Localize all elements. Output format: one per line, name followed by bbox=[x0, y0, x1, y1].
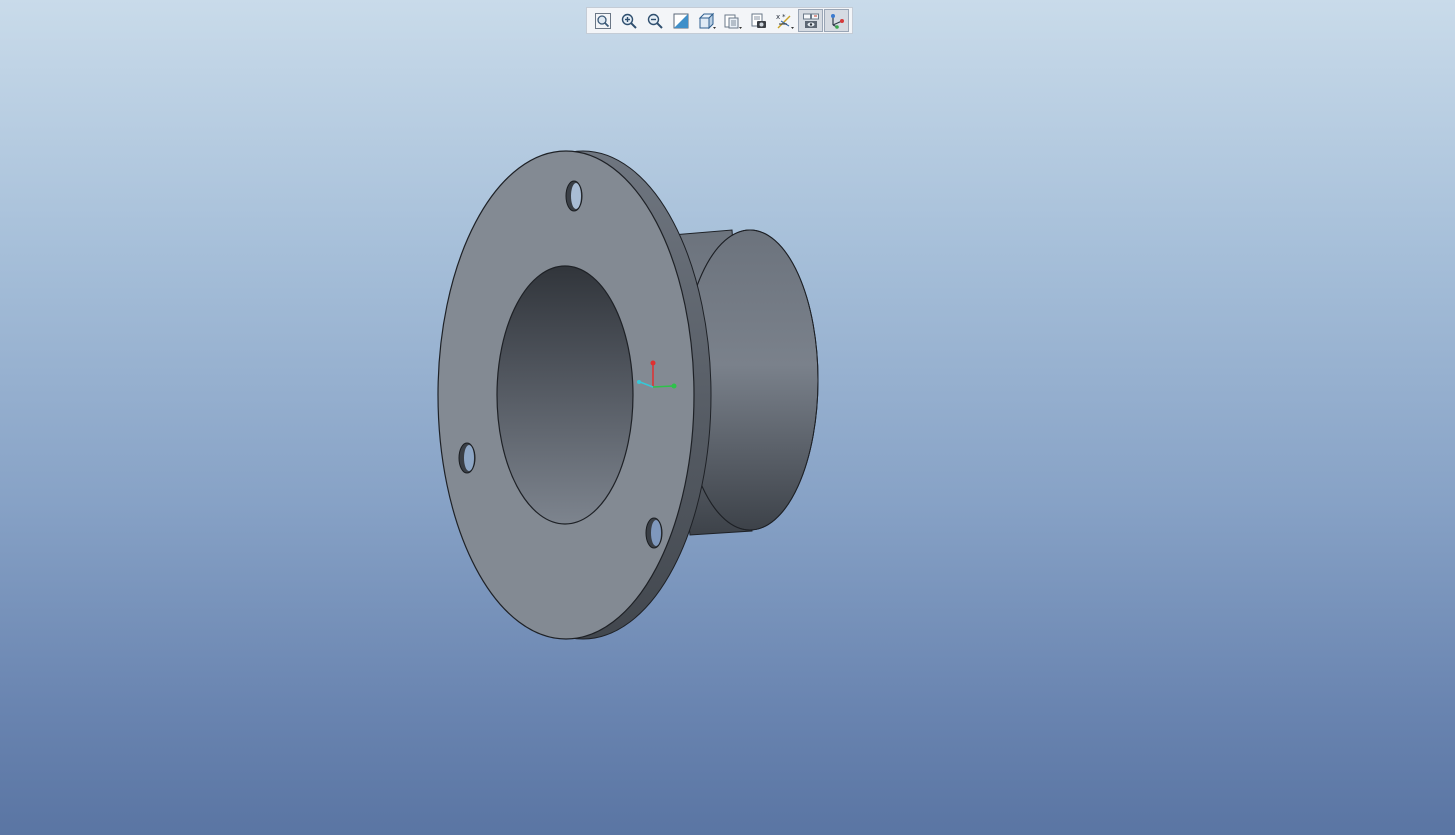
bolt-hole bbox=[565, 180, 583, 212]
triad-y-axis bbox=[652, 385, 674, 388]
triad-z-tip bbox=[637, 380, 641, 384]
flange-bore bbox=[496, 265, 634, 525]
bolt-hole bbox=[645, 517, 663, 549]
3d-graphics-viewport[interactable]: x * bbox=[0, 0, 1455, 835]
triad-x-tip bbox=[650, 360, 656, 366]
flange-part-model[interactable] bbox=[0, 0, 1455, 835]
bolt-hole bbox=[458, 442, 476, 474]
triad-y-tip bbox=[671, 383, 677, 389]
